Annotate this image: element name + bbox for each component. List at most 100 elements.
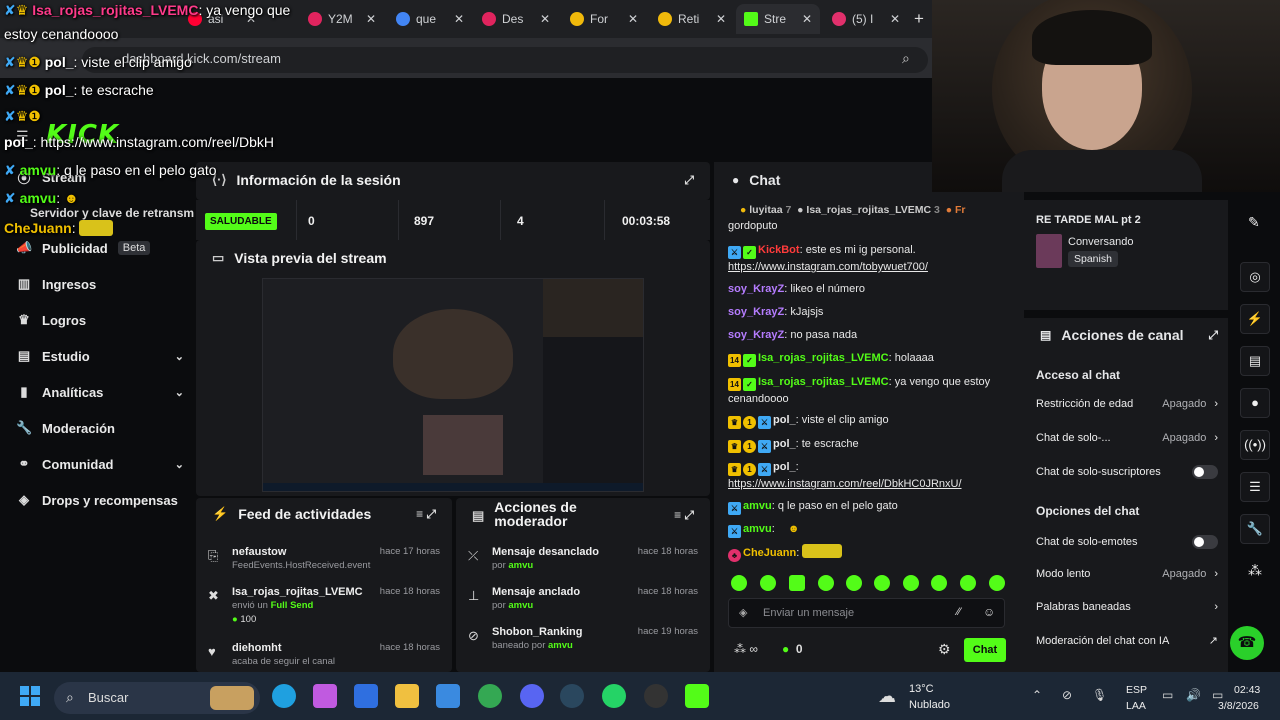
setting-row[interactable]: Restricción de edad Apagado › bbox=[1036, 398, 1218, 410]
browser-tab[interactable]: Reti ✕ bbox=[650, 4, 734, 34]
close-icon[interactable]: ✕ bbox=[628, 12, 638, 26]
browser-tab[interactable]: que ✕ bbox=[388, 4, 472, 34]
chat-link[interactable]: https://www.instagram.com/tobywuet700/ bbox=[728, 261, 928, 273]
obs-icon[interactable] bbox=[644, 684, 668, 708]
copilot-icon[interactable] bbox=[313, 684, 337, 708]
host-icon: ⎘ bbox=[208, 548, 219, 563]
network-icon[interactable]: ⊘ bbox=[1062, 688, 1072, 702]
emote-icon: ☻ bbox=[787, 523, 800, 535]
setting-row[interactable]: Chat de solo-... Apagado › bbox=[1036, 432, 1218, 444]
store-icon[interactable] bbox=[436, 684, 460, 708]
region-indicator[interactable]: LAA bbox=[1126, 700, 1146, 712]
expand-icon[interactable]: ⤢ bbox=[684, 173, 694, 188]
setting-row[interactable]: Palabras baneadas › bbox=[1036, 601, 1218, 613]
weather-temp[interactable]: 13°C bbox=[909, 683, 934, 695]
camera-icon[interactable]: ◎ bbox=[1240, 262, 1270, 292]
browser-tab[interactable]: Y2M ✕ bbox=[300, 4, 384, 34]
sidebar-item-estudio[interactable]: ▤ Estudio ⌄ bbox=[16, 342, 184, 370]
discord-icon[interactable] bbox=[520, 684, 544, 708]
broadcast-icon[interactable]: ((•)) bbox=[1240, 430, 1270, 460]
steam-icon[interactable] bbox=[560, 684, 584, 708]
filter-icon[interactable]: ≡ ⤢ bbox=[674, 508, 694, 523]
setting-row[interactable]: Modo lento Apagado › bbox=[1036, 568, 1218, 580]
taskbar-search[interactable]: ⌕ Buscar bbox=[54, 682, 260, 714]
stream-preview-video[interactable] bbox=[262, 278, 644, 492]
edge-icon[interactable] bbox=[272, 684, 296, 708]
emote-button[interactable] bbox=[989, 575, 1005, 591]
volume-icon[interactable]: 🔊 bbox=[1186, 688, 1201, 702]
chevron-down-icon[interactable]: ⌄ bbox=[175, 458, 184, 471]
list-icon[interactable]: ☰ bbox=[1240, 472, 1270, 502]
stream-category[interactable]: Conversando bbox=[1068, 236, 1133, 248]
emote-button[interactable] bbox=[874, 575, 890, 591]
browser-tab-active[interactable]: Stre ✕ bbox=[736, 4, 820, 34]
chrome-icon[interactable] bbox=[478, 684, 502, 708]
emote-button[interactable] bbox=[846, 575, 862, 591]
sidebar-item-drops[interactable]: ◈ Drops y recompensas bbox=[16, 486, 184, 514]
document-icon[interactable]: ▤ bbox=[1240, 346, 1270, 376]
chevron-up-icon[interactable]: ⌃ bbox=[1032, 688, 1042, 702]
language-indicator[interactable]: ESP bbox=[1126, 684, 1147, 696]
apps-icon[interactable]: ⁂ bbox=[1248, 562, 1262, 579]
new-tab-button[interactable]: + bbox=[914, 9, 924, 29]
sidebar-item-analiticas[interactable]: ▮ Analíticas ⌄ bbox=[16, 378, 184, 406]
emotes-only-toggle[interactable] bbox=[1192, 535, 1218, 549]
microphone-icon[interactable]: 🎙 bbox=[1092, 688, 1107, 702]
emote-button[interactable] bbox=[760, 575, 776, 591]
sidebar-item-moderacion[interactable]: 🔧 Moderación bbox=[16, 414, 184, 442]
emote-button[interactable] bbox=[931, 575, 947, 591]
kick-coins[interactable]: ● 0 bbox=[782, 642, 803, 656]
server-key-link[interactable]: Servidor y clave de retransm bbox=[30, 206, 194, 220]
emoji-icon[interactable]: ☺ bbox=[983, 605, 995, 619]
search-icon[interactable]: ⌕ bbox=[902, 50, 910, 67]
sidebar-item-logros[interactable]: ♛ Logros bbox=[16, 306, 184, 334]
subscribers-only-toggle[interactable] bbox=[1192, 465, 1218, 479]
chevron-down-icon[interactable]: ⌄ bbox=[175, 386, 184, 399]
emote-button[interactable] bbox=[903, 575, 919, 591]
close-icon[interactable]: ✕ bbox=[540, 12, 550, 26]
sidebar-item-publicidad[interactable]: 📣 Publicidad Beta bbox=[16, 234, 184, 262]
emote-image bbox=[79, 220, 114, 236]
emote-button[interactable] bbox=[731, 575, 747, 591]
sidebar-item-ingresos[interactable]: ▥ Ingresos bbox=[16, 270, 184, 298]
browser-tab[interactable]: (5) I ✕ bbox=[824, 4, 908, 34]
chevron-down-icon[interactable]: ⌄ bbox=[175, 350, 184, 363]
clock-time[interactable]: 02:43 bbox=[1234, 684, 1260, 696]
monitor-icon[interactable]: ▭ bbox=[1162, 688, 1173, 702]
overlay-chat-line: ✘♛ Isa_rojas_rojitas_LVEMC: ya vengo que bbox=[4, 2, 291, 18]
chat-send-button[interactable]: Chat bbox=[964, 638, 1006, 662]
emote-button[interactable] bbox=[960, 575, 976, 591]
whatsapp-icon[interactable] bbox=[602, 684, 626, 708]
lightning-icon[interactable]: ⚡ bbox=[1240, 304, 1270, 334]
chevron-right-icon: › bbox=[1214, 601, 1218, 613]
chat-input[interactable]: ◈ Enviar un mensaje ⁄⁄ ☺ bbox=[728, 598, 1005, 628]
outlook-icon[interactable] bbox=[354, 684, 378, 708]
support-button[interactable]: ☎ bbox=[1230, 626, 1264, 660]
pencil-icon[interactable]: ✎ bbox=[1248, 214, 1260, 231]
close-icon[interactable]: ✕ bbox=[366, 12, 376, 26]
commands-icon[interactable]: ⁄⁄ bbox=[957, 606, 961, 618]
browser-tab[interactable]: Des ✕ bbox=[474, 4, 558, 34]
filter-icon[interactable]: ≡ ⤢ bbox=[416, 507, 436, 522]
windows-start-icon[interactable] bbox=[20, 686, 40, 706]
browser-tab[interactable]: For ✕ bbox=[562, 4, 646, 34]
emote-button[interactable] bbox=[818, 575, 834, 591]
gear-icon[interactable]: ⚙ bbox=[938, 641, 951, 658]
weather-desc[interactable]: Nublado bbox=[909, 699, 950, 711]
expand-icon[interactable]: ⤢ bbox=[1208, 328, 1218, 343]
setting-row[interactable]: Moderación del chat con IA ↗ bbox=[1036, 634, 1218, 648]
close-icon[interactable]: ✕ bbox=[890, 12, 900, 26]
clock-date[interactable]: 3/8/2026 bbox=[1218, 700, 1259, 712]
folder-icon[interactable] bbox=[395, 684, 419, 708]
emote-button[interactable] bbox=[789, 575, 805, 591]
chat-bubble-icon[interactable]: ● bbox=[1240, 388, 1270, 418]
close-icon[interactable]: ✕ bbox=[716, 12, 726, 26]
kick-app-icon[interactable] bbox=[685, 684, 709, 708]
close-icon[interactable]: ✕ bbox=[802, 12, 812, 26]
wrench-icon[interactable]: 🔧 bbox=[1240, 514, 1270, 544]
chat-link[interactable]: https://www.instagram.com/reel/DbkHC0JRn… bbox=[728, 478, 962, 490]
sidebar-item-comunidad[interactable]: ⚭ Comunidad ⌄ bbox=[16, 450, 184, 478]
close-icon[interactable]: ✕ bbox=[454, 12, 464, 26]
moderator-badge: ⚔ bbox=[728, 502, 741, 515]
channel-points[interactable]: ⁂ ∞ bbox=[734, 642, 758, 656]
